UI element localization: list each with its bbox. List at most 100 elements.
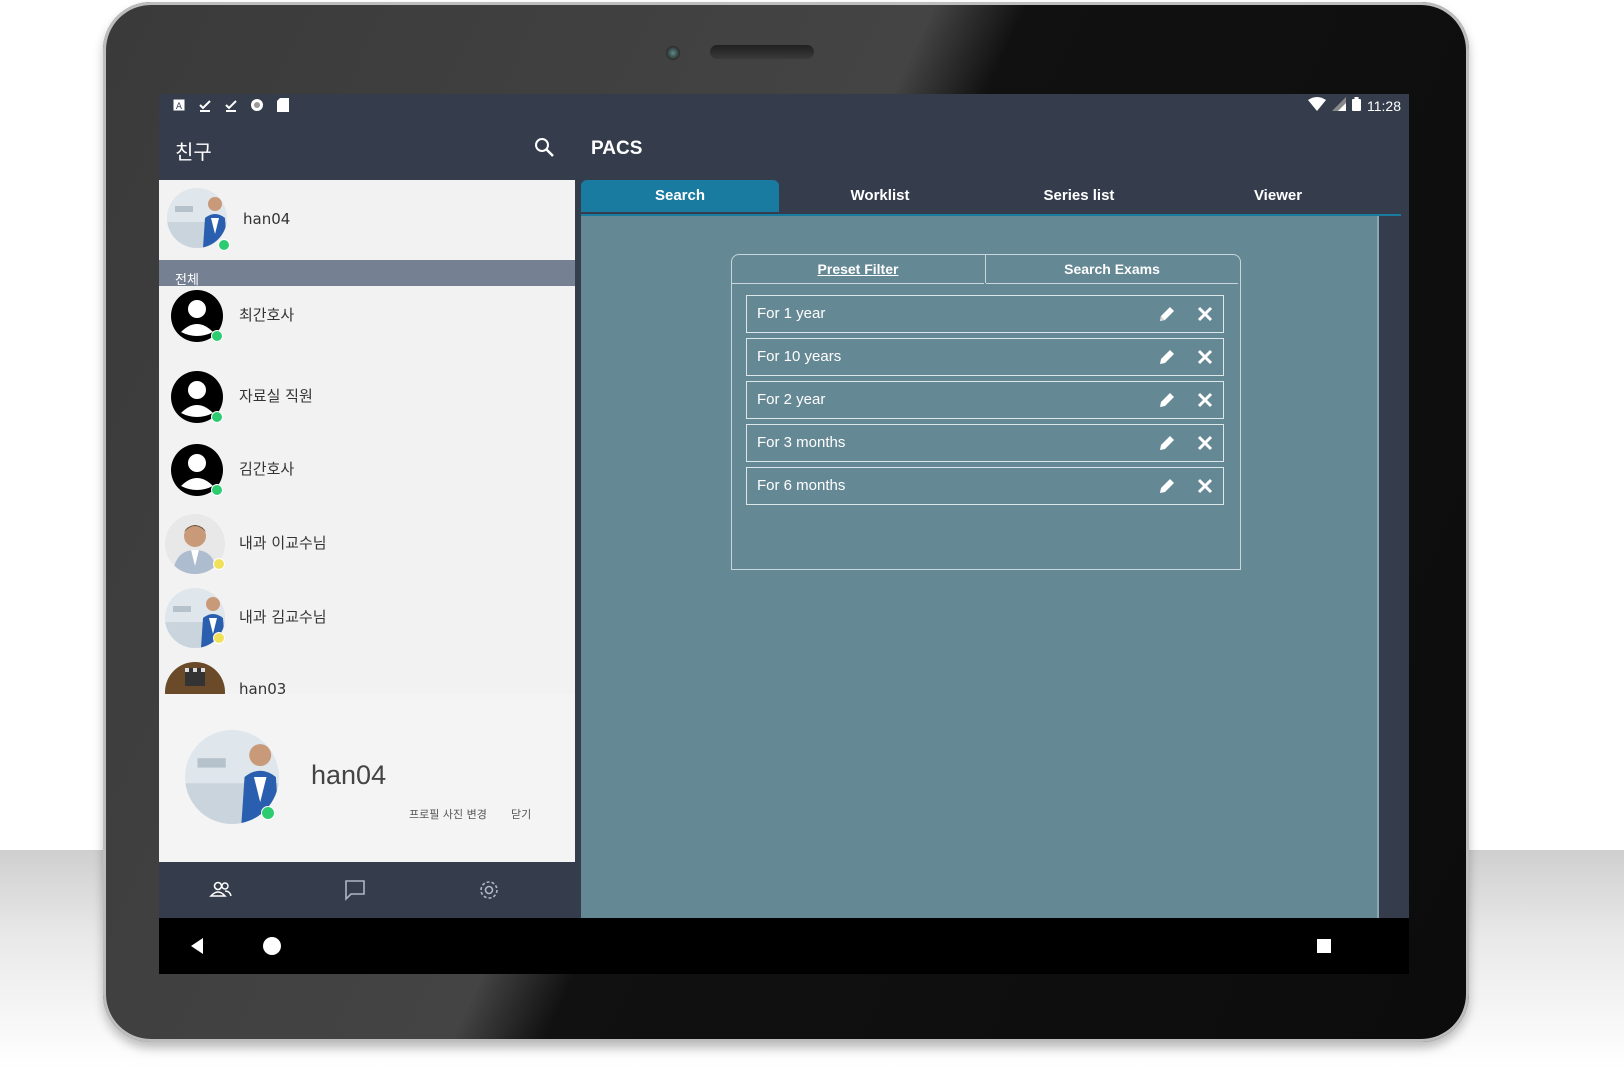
friends-title: 친구 <box>175 140 212 164</box>
search-button[interactable] <box>531 134 559 162</box>
friend-name: 자료실 직원 <box>239 387 313 405</box>
system-nav-bar <box>159 918 1409 974</box>
edit-preset-button[interactable] <box>1157 390 1177 410</box>
online-status-dot <box>211 330 223 342</box>
delete-preset-button[interactable] <box>1195 476 1215 496</box>
tab-preset-filter[interactable]: Preset Filter <box>732 255 984 284</box>
friend-row[interactable]: 내과 이교수님 <box>159 508 575 583</box>
filter-panel: Preset Filter Search Exams For 1 year Fo… <box>731 254 1241 570</box>
friend-avatar <box>165 662 225 694</box>
friend-name: han03 <box>239 680 287 694</box>
friend-row[interactable]: 자료실 직원 <box>159 360 575 435</box>
edit-preset-button[interactable] <box>1157 347 1177 367</box>
friend-name: 최간호사 <box>239 306 295 324</box>
away-status-dot <box>213 558 225 570</box>
svg-text:A: A <box>176 102 183 111</box>
tab-search[interactable]: Search <box>581 180 779 212</box>
online-status-dot <box>218 239 230 251</box>
friend-row[interactable]: 내과 김교수님 <box>159 582 575 657</box>
signal-icon <box>1332 97 1346 114</box>
tab-settings[interactable] <box>475 876 503 904</box>
search-icon <box>535 138 554 157</box>
tab-friends[interactable] <box>207 876 235 904</box>
screen: A 11:28 친구 PACS han04 전체 최간호사 자료실 직원 김간호… <box>159 94 1409 974</box>
edit-preset-button[interactable] <box>1157 304 1177 324</box>
close-icon <box>1197 306 1213 322</box>
online-status-dot <box>261 806 275 820</box>
tab-series-list[interactable]: Series list <box>980 180 1178 212</box>
friend-name: 김간호사 <box>239 460 295 478</box>
earpiece-speaker <box>710 45 814 59</box>
pacs-main: Search Worklist Series list Viewer Prese… <box>575 180 1409 918</box>
app-notification-icon: A <box>171 97 187 113</box>
preset-label: For 2 year <box>757 391 826 408</box>
delete-preset-button[interactable] <box>1195 433 1215 453</box>
wifi-icon <box>1308 97 1326 114</box>
delete-preset-button[interactable] <box>1195 304 1215 324</box>
status-bar: A 11:28 <box>159 94 1409 118</box>
sd-card-icon <box>275 97 291 113</box>
download-done-icon <box>223 97 239 113</box>
my-avatar <box>167 188 227 248</box>
tab-search-exams[interactable]: Search Exams <box>986 255 1238 284</box>
chat-icon <box>345 880 365 901</box>
back-button[interactable] <box>183 932 211 960</box>
pencil-icon <box>1160 393 1174 407</box>
friend-name: 내과 김교수님 <box>239 608 327 626</box>
preset-row[interactable]: For 10 years <box>746 338 1224 376</box>
friends-icon <box>209 881 232 897</box>
home-button[interactable] <box>258 932 286 960</box>
friend-row[interactable]: 김간호사 <box>159 434 575 509</box>
close-button[interactable]: 닫기 <box>511 806 531 822</box>
pencil-icon <box>1160 479 1174 493</box>
change-photo-button[interactable]: 프로필 사진 변경 <box>409 806 487 822</box>
online-status-dot <box>211 411 223 423</box>
preset-row[interactable]: For 1 year <box>746 295 1224 333</box>
user-photo-icon <box>165 662 225 694</box>
battery-icon <box>1352 97 1361 114</box>
pencil-icon <box>1160 436 1174 450</box>
tab-worklist[interactable]: Worklist <box>781 180 979 212</box>
my-name: han04 <box>243 210 291 228</box>
bottom-tab-bar <box>159 862 575 918</box>
preset-label: For 10 years <box>757 348 842 365</box>
preset-label: For 3 months <box>757 434 846 451</box>
settings-icon <box>480 881 498 899</box>
preset-label: For 6 months <box>757 477 846 494</box>
system-status: 11:28 <box>1308 97 1401 114</box>
edit-preset-button[interactable] <box>1157 433 1177 453</box>
preset-filter-label: Preset Filter <box>817 261 899 277</box>
search-content: Preset Filter Search Exams For 1 year Fo… <box>581 216 1379 918</box>
friend-row[interactable]: 최간호사 <box>159 286 575 361</box>
pencil-icon <box>1160 307 1174 321</box>
friend-row[interactable]: han03 <box>159 656 575 694</box>
preset-row[interactable]: For 6 months <box>746 467 1224 505</box>
record-icon <box>249 97 265 113</box>
recents-square-icon <box>1317 939 1331 953</box>
friends-panel: han04 전체 최간호사 자료실 직원 김간호사 내과 이교수님 내과 김교수… <box>159 180 575 694</box>
recents-button[interactable] <box>1310 932 1338 960</box>
home-circle-icon <box>263 937 281 955</box>
pacs-title: PACS <box>591 138 643 159</box>
my-profile-row[interactable]: han04 <box>159 180 575 261</box>
pacs-tabs: Search Worklist Series list Viewer <box>581 180 1401 216</box>
back-triangle-icon <box>191 938 203 954</box>
front-camera <box>666 46 680 60</box>
search-exams-label: Search Exams <box>1064 261 1160 277</box>
tab-chat[interactable] <box>341 876 369 904</box>
pacs-header: PACS <box>575 118 1409 180</box>
tab-viewer[interactable]: Viewer <box>1179 180 1377 212</box>
profile-card: han04 프로필 사진 변경 닫기 <box>159 694 575 862</box>
delete-preset-button[interactable] <box>1195 347 1215 367</box>
download-done-icon <box>197 97 213 113</box>
away-status-dot <box>213 632 225 644</box>
clock: 11:28 <box>1367 97 1401 114</box>
close-icon <box>1197 349 1213 365</box>
delete-preset-button[interactable] <box>1195 390 1215 410</box>
online-status-dot <box>211 484 223 496</box>
preset-row[interactable]: For 2 year <box>746 381 1224 419</box>
profile-name: han04 <box>311 760 387 790</box>
edit-preset-button[interactable] <box>1157 476 1177 496</box>
preset-row[interactable]: For 3 months <box>746 424 1224 462</box>
close-icon <box>1197 392 1213 408</box>
